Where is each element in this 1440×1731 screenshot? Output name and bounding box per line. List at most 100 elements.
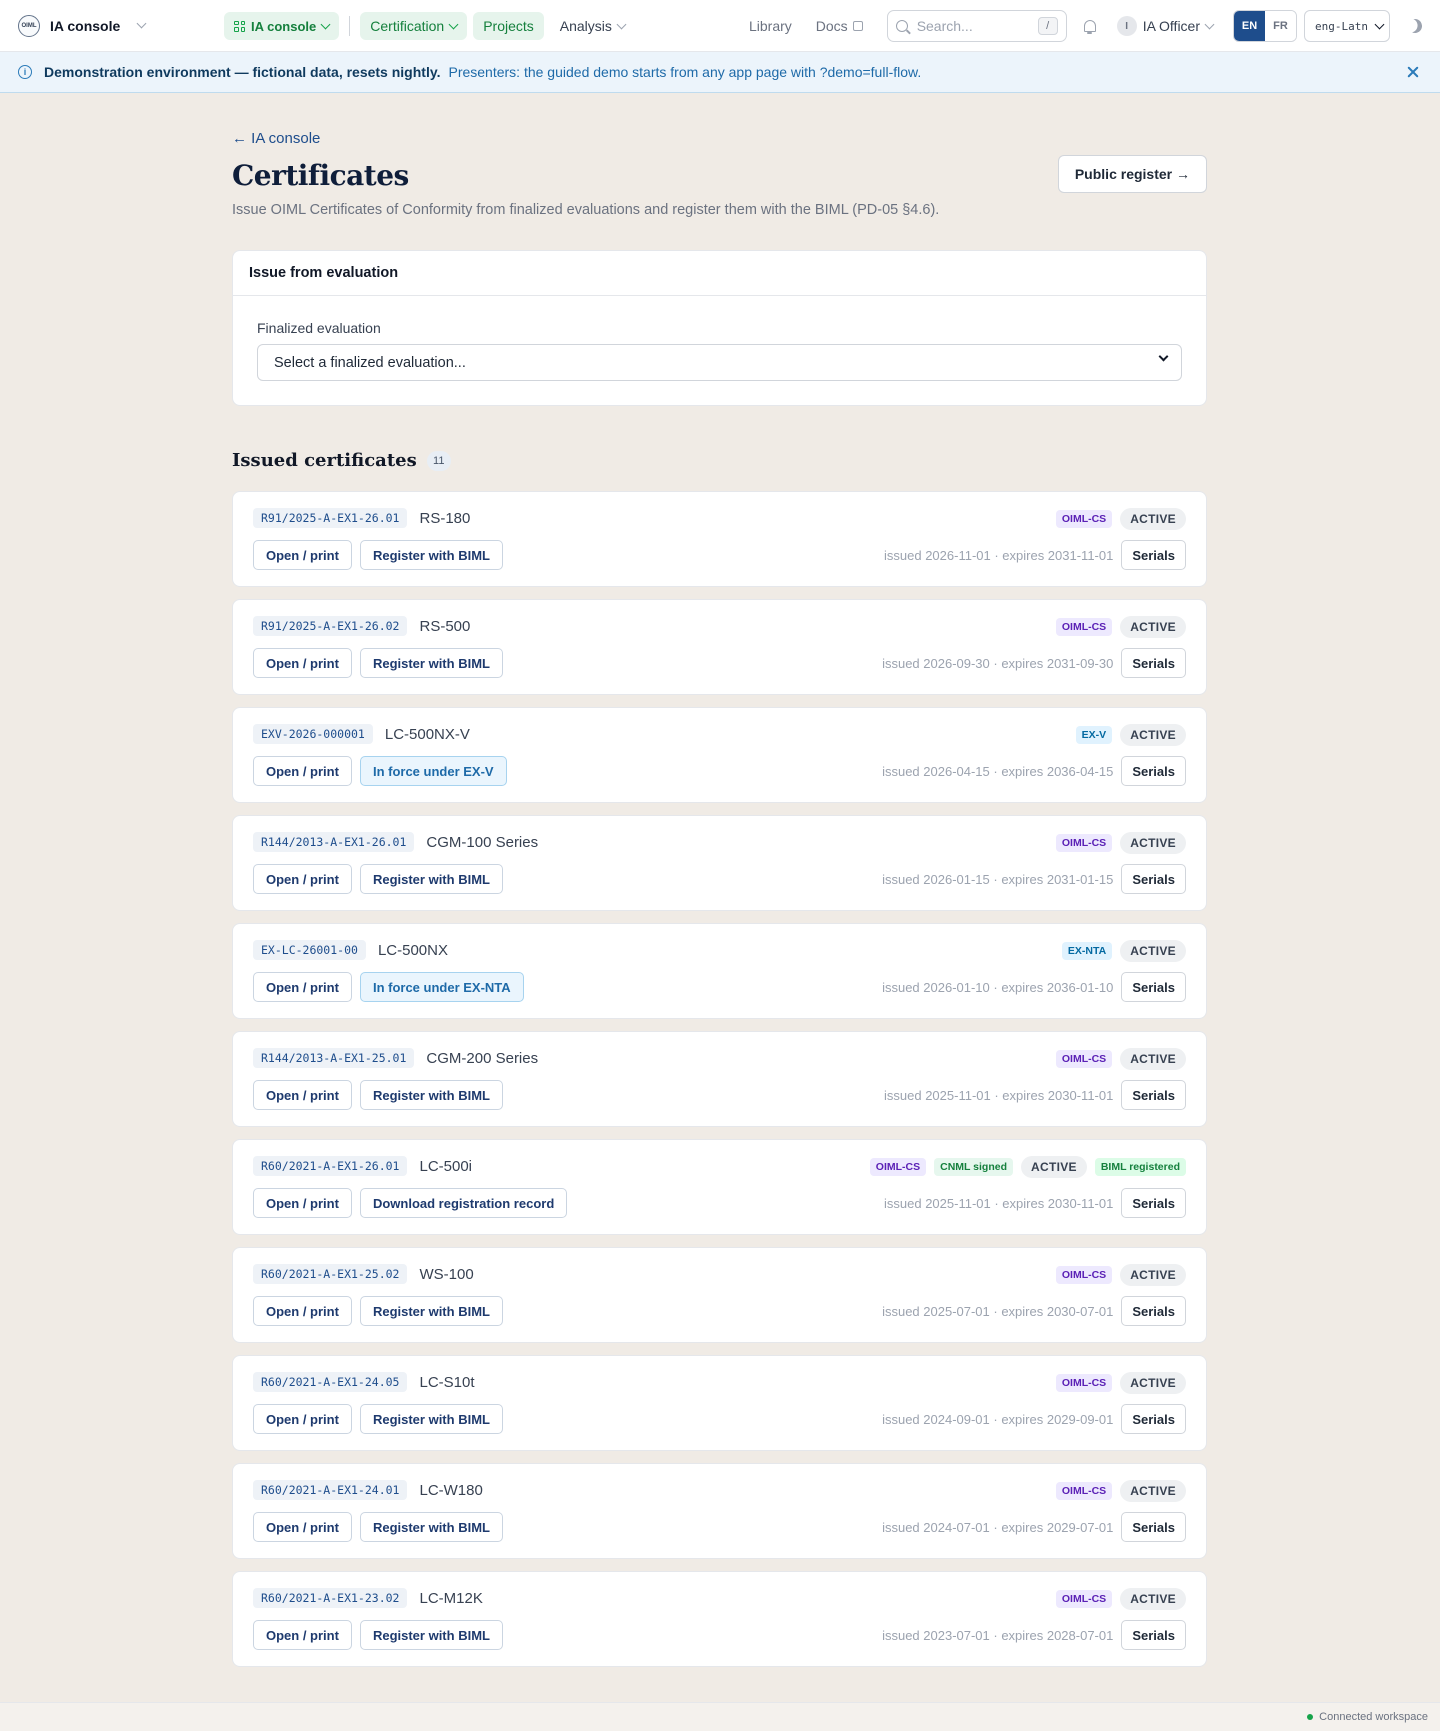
open-print-button[interactable]: Open / print [253,1512,352,1542]
certificate-meta: issued 2026-01-15 · expires 2031-01-15 S… [882,864,1186,894]
evaluation-label: Finalized evaluation [257,320,381,336]
certificate-row: R60/2021-A-EX1-25.02 WS-100 OIML-CS ACTI… [232,1247,1207,1343]
scheme-badge: OIML-CS [1055,1266,1113,1284]
certificate-action-button[interactable]: Register with BIML [359,1080,503,1110]
open-print-button[interactable]: Open / print [253,1404,352,1434]
certificate-action-button[interactable]: In force under EX-NTA [359,972,524,1002]
chevron-down-icon [1204,19,1215,29]
certificate-dates: issued 2025-11-01 · expires 2030-11-01 [884,1195,1114,1211]
chevron-down-icon [448,19,459,29]
serials-button[interactable]: Serials [1121,648,1186,678]
nav-projects[interactable]: Projects [473,12,544,40]
certificate-action-button[interactable]: Register with BIML [359,1512,503,1542]
chevron-down-icon [1158,351,1169,362]
certificate-id: R91/2025-A-EX1-26.02 [253,616,408,636]
certificate-badges: OIML-CS ACTIVE [1055,508,1186,530]
connection-status: Connected workspace [1307,1711,1428,1723]
certificate-model: LC-S10t [419,1373,475,1391]
issued-count-badge: 11 [426,450,451,471]
open-print-button[interactable]: Open / print [253,540,352,570]
scheme-badge: OIML-CS [1055,510,1113,528]
certificate-action-button[interactable]: Register with BIML [359,540,503,570]
serials-button[interactable]: Serials [1121,1512,1186,1542]
scheme-badge: EX-NTA [1061,942,1113,960]
status-badge: ACTIVE [1021,1156,1087,1178]
nav-certification[interactable]: Certification [360,12,468,40]
certificate-model: CGM-100 Series [426,833,539,851]
nav-analysis[interactable]: Analysis [550,12,635,40]
bell-icon[interactable] [1083,19,1097,34]
serials-button[interactable]: Serials [1121,972,1186,1002]
certificate-actions: Open / print Register with BIML [253,1404,503,1434]
open-print-button[interactable]: Open / print [253,1080,352,1110]
certificate-action-button[interactable]: Register with BIML [359,1296,503,1326]
certificate-action-button[interactable]: In force under EX-V [359,756,507,786]
evaluation-select[interactable]: Select a finalized evaluation... [257,344,1182,381]
open-print-button[interactable]: Open / print [253,648,352,678]
open-print-button[interactable]: Open / print [253,972,352,1002]
open-print-button[interactable]: Open / print [253,1620,352,1650]
brand[interactable]: OIML IA console [18,14,147,37]
certificate-actions: Open / print In force under EX-NTA [253,972,524,1002]
certificate-actions: Open / print Register with BIML [253,540,503,570]
serials-button[interactable]: Serials [1121,1620,1186,1650]
certificate-meta: issued 2023-07-01 · expires 2028-07-01 S… [882,1620,1186,1650]
open-print-button[interactable]: Open / print [253,1188,352,1218]
close-icon[interactable] [1406,65,1420,79]
open-print-button[interactable]: Open / print [253,1296,352,1326]
certificate-action-button[interactable]: Download registration record [359,1188,568,1218]
status-badge: ACTIVE [1120,832,1186,854]
certificate-id: R91/2025-A-EX1-26.01 [253,508,408,528]
certificate-id: EX-LC-26001-00 [253,940,366,960]
certificate-action-button[interactable]: Register with BIML [359,648,503,678]
chevron-down-icon [616,19,627,29]
certificate-dates: issued 2024-07-01 · expires 2029-07-01 [882,1519,1114,1535]
chevron-down-icon [1374,19,1385,29]
nav-library[interactable]: Library [749,18,792,34]
open-print-button[interactable]: Open / print [253,864,352,894]
moon-icon[interactable] [1406,17,1424,35]
certificate-dates: issued 2024-09-01 · expires 2029-09-01 [882,1411,1114,1427]
serials-button[interactable]: Serials [1121,1188,1186,1218]
certificate-action-button[interactable]: Register with BIML [359,864,503,894]
open-print-button[interactable]: Open / print [253,756,352,786]
certificate-row: R91/2025-A-EX1-26.01 RS-180 OIML-CS ACTI… [232,491,1207,587]
user-name: IA Officer [1142,18,1201,34]
serials-button[interactable]: Serials [1121,756,1186,786]
serials-button[interactable]: Serials [1121,1404,1186,1434]
certificate-actions: Open / print Register with BIML [253,1080,503,1110]
certificate-row: R144/2013-A-EX1-26.01 CGM-100 Series OIM… [232,815,1207,911]
nav-projects-label: Projects [483,18,534,34]
nav-docs-label: Docs [815,18,848,34]
oiml-logo-icon: OIML [18,14,40,37]
nav-docs[interactable]: Docs [816,18,863,34]
certificate-model: LC-500NX-V [384,725,470,743]
serials-button[interactable]: Serials [1121,540,1186,570]
secondary-nav: Library Docs Search... / I IA Officer EN… [749,10,1422,42]
lang-fr-button[interactable]: FR [1265,11,1297,41]
title-row: Certificates Public register → [232,155,1207,193]
status-badge: ACTIVE [1120,1264,1186,1286]
scheme-badge: OIML-CS [1055,618,1113,636]
certificate-row: R91/2025-A-EX1-26.02 RS-500 OIML-CS ACTI… [232,599,1207,695]
certificate-action-button[interactable]: Register with BIML [359,1620,503,1650]
lang-en-button[interactable]: EN [1234,11,1266,41]
public-register-button[interactable]: Public register → [1057,155,1207,193]
certificate-id: R144/2013-A-EX1-26.01 [253,832,415,852]
serials-button[interactable]: Serials [1121,1296,1186,1326]
certificate-meta: issued 2026-09-30 · expires 2031-09-30 S… [882,648,1186,678]
certificate-row: R144/2013-A-EX1-25.01 CGM-200 Series OIM… [232,1031,1207,1127]
search-input[interactable]: Search... / [886,10,1067,42]
back-link[interactable]: ← IA console [232,130,1207,147]
avatar: I [1116,16,1137,36]
serials-button[interactable]: Serials [1121,864,1186,894]
certificate-id: R60/2021-A-EX1-24.05 [253,1372,408,1392]
user-menu[interactable]: I IA Officer [1116,16,1215,36]
script-select[interactable]: eng-Latn [1304,10,1390,42]
serials-button[interactable]: Serials [1121,1080,1186,1110]
certificate-badges: OIML-CS ACTIVE [1055,616,1186,638]
console-switcher[interactable]: IA console [224,12,340,40]
certificate-action-button[interactable]: Register with BIML [359,1404,503,1434]
certificate-badges: OIML-CS ACTIVE [1055,1048,1186,1070]
certificate-heading: EX-LC-26001-00 LC-500NX [253,940,1186,960]
